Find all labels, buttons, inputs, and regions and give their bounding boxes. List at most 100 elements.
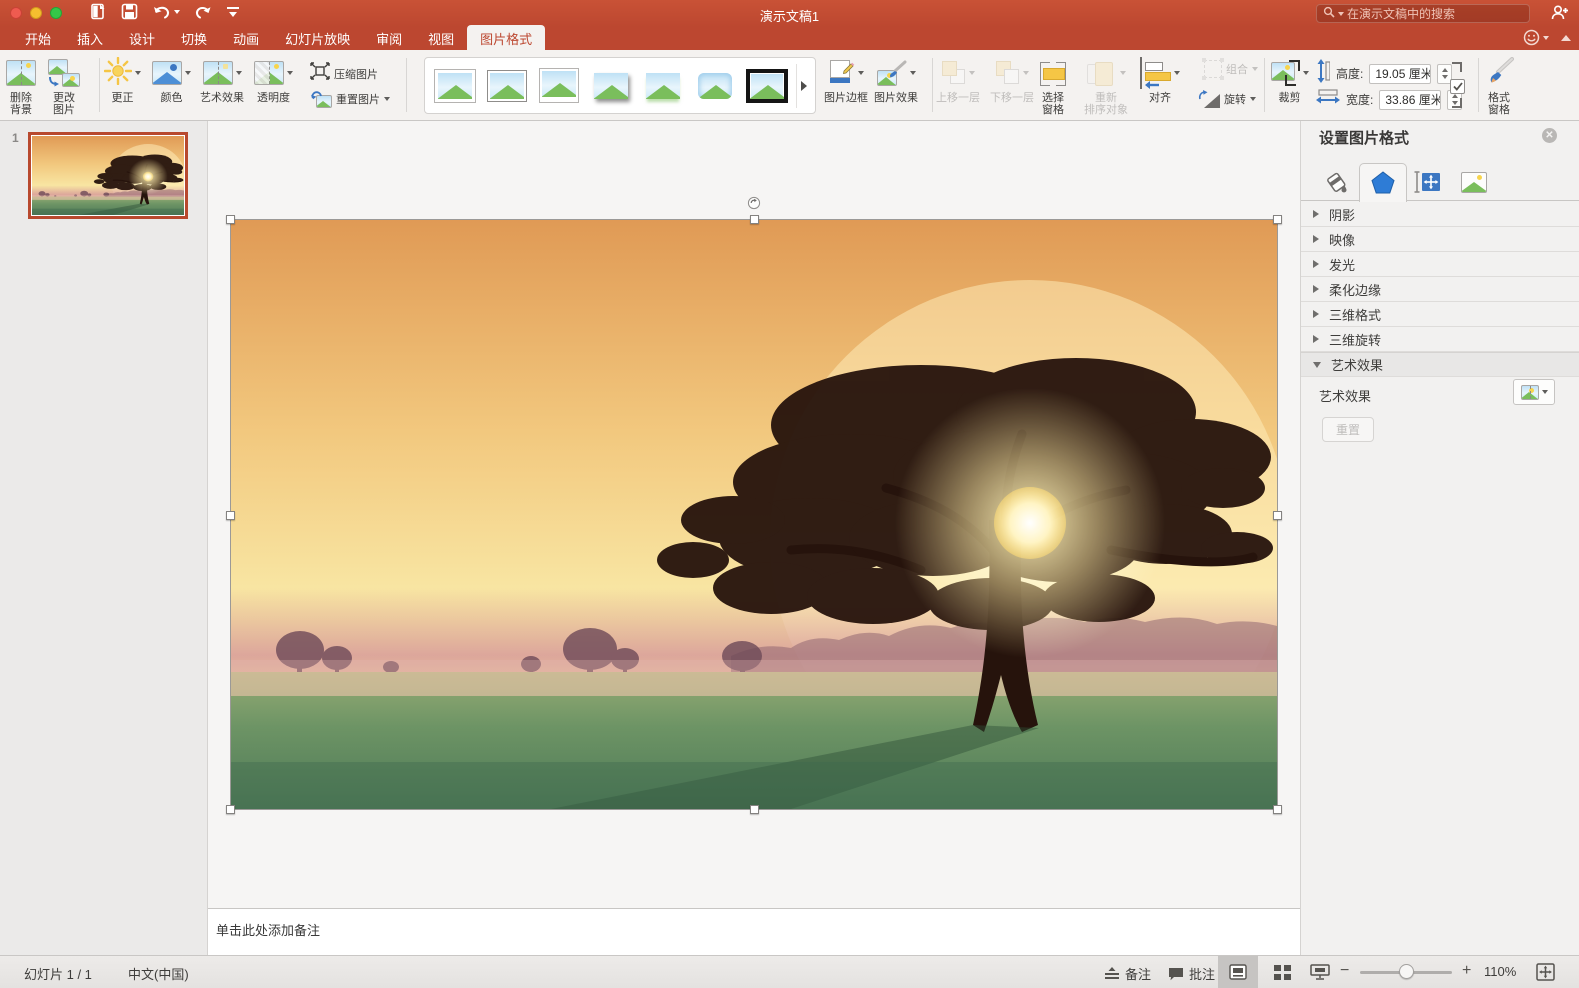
corrections-button[interactable]: 更正 <box>104 57 141 104</box>
slideshow-button[interactable] <box>1300 956 1340 988</box>
search-input[interactable]: 在演示文稿中的搜索 <box>1316 4 1530 23</box>
selected-picture[interactable] <box>230 219 1278 810</box>
picture-effects-caret[interactable] <box>910 71 916 75</box>
align-icon <box>1145 61 1171 85</box>
zoom-level[interactable]: 110% <box>1484 964 1516 979</box>
search-scope-caret[interactable] <box>1338 12 1344 16</box>
corrections-caret[interactable] <box>135 71 141 75</box>
picture-border-button[interactable]: 图片边框 <box>824 57 868 104</box>
section-soft-edges[interactable]: 柔化边缘 <box>1301 277 1579 302</box>
resize-handle-w[interactable] <box>226 511 235 520</box>
color-button[interactable]: 颜色 <box>152 57 191 104</box>
slide-canvas[interactable] <box>208 121 1300 908</box>
zoom-out-button[interactable]: − <box>1340 962 1349 980</box>
rotate-icon <box>1198 90 1220 108</box>
tab-home[interactable]: 开始 <box>12 26 64 52</box>
panel-tab-picture[interactable] <box>1451 163 1497 201</box>
artistic-effects-caret[interactable] <box>236 71 242 75</box>
slide-thumbnail-1[interactable] <box>28 132 188 219</box>
language-indicator[interactable]: 中文(中国) <box>128 964 189 983</box>
selection-pane-button[interactable]: 选择 窗格 <box>1040 57 1066 116</box>
fit-window-icon <box>1536 963 1555 981</box>
width-input[interactable]: 33.86 厘米 <box>1379 90 1441 110</box>
tab-design[interactable]: 设计 <box>116 26 168 52</box>
remove-background-button[interactable]: 删除背景 <box>6 57 36 116</box>
slide-sorter-button[interactable] <box>1262 956 1302 988</box>
resize-handle-sw[interactable] <box>226 805 235 814</box>
notes-toggle[interactable]: 备注 <box>1104 964 1151 983</box>
picture-effects-button[interactable]: 图片效果 <box>874 57 918 104</box>
resize-handle-s[interactable] <box>750 805 759 814</box>
align-caret[interactable] <box>1174 71 1180 75</box>
rotate-button[interactable]: 旋转 <box>1198 90 1256 108</box>
picture-style-7-selected[interactable] <box>746 68 788 104</box>
bring-forward-caret <box>969 71 975 75</box>
panel-tab-fill[interactable] <box>1313 163 1359 201</box>
gallery-more-button[interactable] <box>796 64 811 108</box>
tab-animations[interactable]: 动画 <box>220 26 272 52</box>
tab-review[interactable]: 审阅 <box>363 26 415 52</box>
align-button[interactable]: 对齐 <box>1140 57 1180 104</box>
section-glow[interactable]: 发光 <box>1301 252 1579 277</box>
resize-handle-nw[interactable] <box>226 215 235 224</box>
slide-thumbnail-image <box>32 136 184 215</box>
crop-button[interactable]: 裁剪 <box>1270 57 1309 104</box>
lock-aspect-checkbox[interactable] <box>1450 79 1465 94</box>
picture-border-caret[interactable] <box>858 71 864 75</box>
transparency-button[interactable]: 透明度 <box>254 57 293 104</box>
tab-insert[interactable]: 插入 <box>64 26 116 52</box>
rotate-caret[interactable] <box>1250 97 1256 101</box>
picture-style-1[interactable] <box>434 68 476 104</box>
section-shadow[interactable]: 阴影 <box>1301 202 1579 227</box>
resize-handle-e[interactable] <box>1273 511 1282 520</box>
section-3d-format[interactable]: 三维格式 <box>1301 302 1579 327</box>
close-panel-icon[interactable]: ✕ <box>1542 128 1557 143</box>
picture-style-5[interactable] <box>642 68 684 104</box>
normal-view-button[interactable] <box>1218 956 1258 988</box>
picture-style-2[interactable] <box>486 68 528 104</box>
tab-picture-format[interactable]: 图片格式 <box>467 25 545 53</box>
artistic-effects-button[interactable]: 艺术效果 <box>200 57 244 104</box>
tab-slideshow[interactable]: 幻灯片放映 <box>272 26 363 52</box>
collapse-ribbon-icon[interactable] <box>1561 35 1571 41</box>
panel-tab-size-properties[interactable] <box>1405 163 1451 201</box>
lock-aspect-bracket-top <box>1452 62 1462 72</box>
fit-window-button[interactable] <box>1536 963 1555 981</box>
add-person-icon[interactable] <box>1550 4 1569 26</box>
slide-indicator[interactable]: 幻灯片 1 / 1 <box>24 964 92 983</box>
color-caret[interactable] <box>185 71 191 75</box>
change-picture-button[interactable]: 更改图片 <box>48 57 80 116</box>
tab-transitions[interactable]: 切换 <box>168 26 220 52</box>
picture-style-6[interactable] <box>694 68 736 104</box>
reset-picture-button[interactable]: 重置图片 <box>310 90 390 108</box>
rotate-handle[interactable] <box>747 196 761 210</box>
artistic-effect-dropdown[interactable] <box>1513 379 1555 405</box>
lock-aspect-bracket-bottom <box>1452 98 1462 108</box>
crop-caret[interactable] <box>1303 71 1309 75</box>
reorder-objects-button: 重新 排序对象 <box>1084 57 1128 116</box>
notes-placeholder: 单击此处添加备注 <box>216 920 320 939</box>
transparency-icon <box>254 61 284 85</box>
picture-style-4[interactable] <box>590 68 632 104</box>
compress-pictures-button[interactable]: 压缩图片 <box>310 62 378 85</box>
panel-tab-effects[interactable] <box>1359 163 1407 202</box>
smiley-icon[interactable] <box>1523 29 1549 46</box>
zoom-slider-knob[interactable] <box>1399 964 1414 979</box>
notes-pane[interactable]: 单击此处添加备注 <box>208 908 1300 955</box>
resize-handle-n[interactable] <box>750 215 759 224</box>
section-artistic-effects[interactable]: 艺术效果 <box>1301 352 1579 377</box>
tab-view[interactable]: 视图 <box>415 26 467 52</box>
artistic-effects-icon <box>203 61 233 85</box>
height-input[interactable]: 19.05 厘米 <box>1369 64 1431 84</box>
transparency-caret[interactable] <box>287 71 293 75</box>
section-3d-rotation[interactable]: 三维旋转 <box>1301 327 1579 352</box>
reset-picture-caret[interactable] <box>384 97 390 101</box>
picture-style-3[interactable] <box>538 68 580 104</box>
resize-handle-ne[interactable] <box>1273 215 1282 224</box>
resize-handle-se[interactable] <box>1273 805 1282 814</box>
zoom-in-button[interactable]: + <box>1462 962 1471 980</box>
artistic-effect-reset-button[interactable]: 重置 <box>1322 417 1374 442</box>
comments-toggle[interactable]: 批注 <box>1168 964 1215 983</box>
section-reflection[interactable]: 映像 <box>1301 227 1579 252</box>
format-pane-button[interactable]: 格式 窗格 <box>1484 57 1514 116</box>
